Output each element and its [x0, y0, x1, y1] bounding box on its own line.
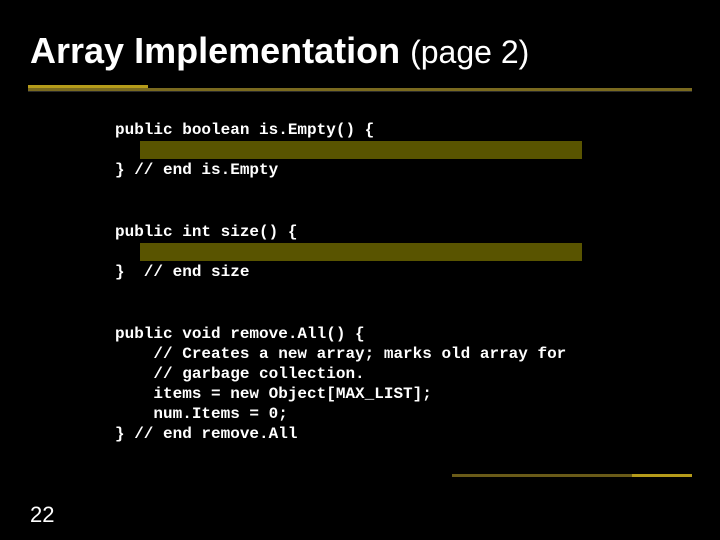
code-line: public void remove.All() { [115, 325, 365, 343]
code-line: num.Items = 0; [115, 405, 288, 423]
code-line: } // end size [115, 263, 249, 281]
redacted-line [140, 243, 582, 261]
slide: Array Implementation (page 2) public boo… [0, 0, 720, 540]
code-line: // Creates a new array; marks old array … [115, 345, 566, 363]
code-line: public int size() { [115, 223, 297, 241]
code-line: items = new Object[MAX_LIST]; [115, 385, 432, 403]
redacted-line [140, 141, 582, 159]
slide-title: Array Implementation (page 2) [30, 30, 529, 72]
code-block: public boolean is.Empty() { } // end is.… [115, 100, 655, 464]
title-underline-accent [28, 85, 148, 88]
code-line: } // end remove.All [115, 425, 297, 443]
title-main: Array Implementation [30, 30, 410, 71]
code-line: public boolean is.Empty() { [115, 121, 374, 139]
title-sub: (page 2) [410, 34, 529, 70]
footer-rule-accent [632, 474, 692, 477]
title-underline [28, 88, 692, 91]
code-line: // garbage collection. [115, 365, 365, 383]
page-number: 22 [30, 502, 54, 528]
code-line: } // end is.Empty [115, 161, 278, 179]
